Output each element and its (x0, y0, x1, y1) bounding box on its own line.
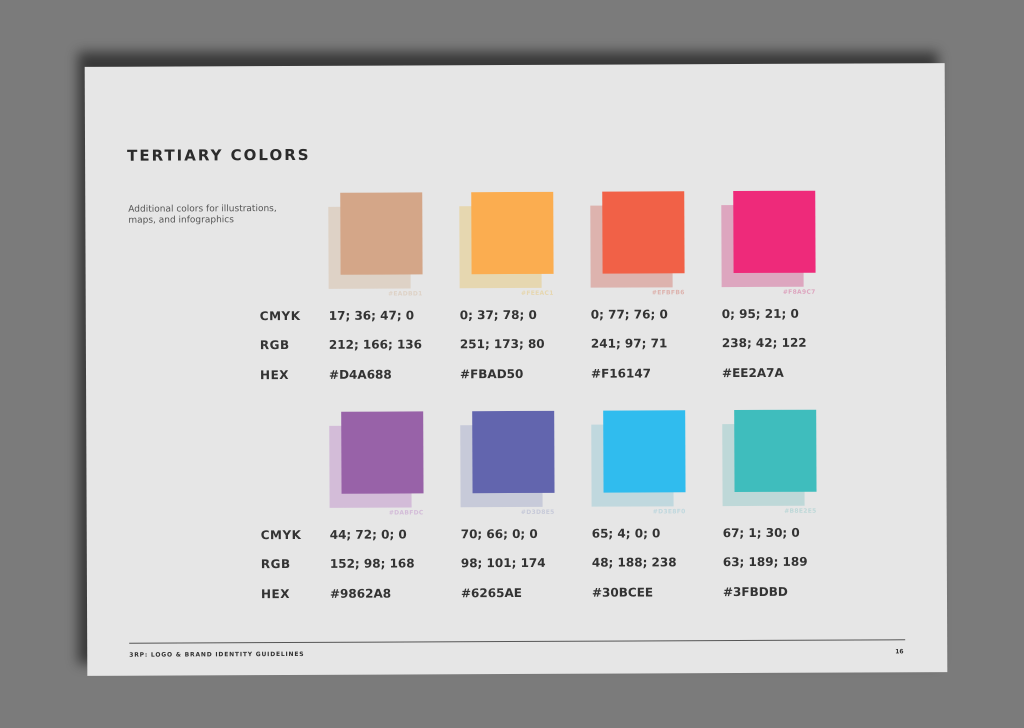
footer-title: 3RP: LOGO & BRAND IDENTITY GUIDELINES (129, 650, 305, 659)
tint-hex-label: #F8A9C7 (782, 288, 816, 296)
tint-hex-label: #D3E8F0 (652, 508, 686, 516)
main-swatch (341, 411, 424, 494)
cmyk-label: CMYK (259, 308, 301, 324)
cmyk-value: 65; 4; 0; 0 (591, 526, 661, 541)
cmyk-value: 0; 95; 21; 0 (721, 306, 799, 322)
rgb-value: 48; 188; 238 (591, 555, 677, 570)
cmyk-value: 70; 66; 0; 0 (460, 526, 538, 542)
tint-hex-label: #EFBFB6 (651, 289, 685, 297)
rgb-value: 238; 42; 122 (721, 335, 807, 351)
rgb-value: 63; 189; 189 (722, 554, 808, 570)
main-swatch (603, 410, 686, 493)
hex-value: #F16147 (590, 366, 652, 381)
rgb-label: RGB (260, 556, 291, 572)
cmyk-value: 0; 77; 76; 0 (590, 307, 668, 322)
main-swatch (471, 191, 554, 275)
color-swatch: #DABFDC (329, 411, 439, 521)
tint-hex-label: #EADBD1 (388, 290, 423, 298)
main-swatch (734, 409, 817, 493)
color-swatch: #EADBD1 (328, 192, 438, 302)
page-number: 16 (895, 648, 904, 656)
rgb-value: 152; 98; 168 (329, 556, 415, 571)
color-swatch: #F8A9C7 (721, 190, 831, 301)
guideline-page: TERTIARY COLORS Additional colors for il… (84, 63, 948, 676)
cmyk-value: 17; 36; 47; 0 (328, 308, 415, 323)
cmyk-value: 67; 1; 30; 0 (722, 525, 800, 541)
main-swatch (602, 191, 685, 274)
hex-value: #3FBDBD (722, 584, 788, 600)
hex-label: HEX (260, 586, 291, 602)
rgb-value: 251; 173; 80 (459, 336, 545, 352)
main-swatch (340, 192, 423, 275)
main-swatch (733, 190, 816, 274)
cmyk-value: 44; 72; 0; 0 (329, 527, 407, 542)
hex-value: #D4A688 (328, 367, 392, 382)
rgb-value: 98; 101; 174 (460, 555, 546, 571)
color-swatch: #B8E2E5 (722, 409, 832, 520)
rgb-value: 212; 166; 136 (328, 337, 423, 352)
rgb-value: 241; 97; 71 (590, 336, 668, 351)
tint-hex-label: #D3D8E5 (520, 508, 555, 516)
section-description: Additional colors for illustrations, map… (128, 204, 277, 226)
hex-value: #6265AE (460, 585, 522, 601)
hex-value: #9862A8 (329, 586, 392, 601)
color-swatch: #FEEAC1 (459, 191, 569, 302)
page-title: TERTIARY COLORS (127, 145, 311, 165)
color-swatch: #D3E8F0 (591, 410, 701, 520)
main-swatch (472, 410, 555, 494)
color-swatch: #D3D8E5 (460, 410, 570, 521)
hex-label: HEX (259, 367, 290, 383)
hex-value: #30BCEE (591, 585, 654, 600)
hex-value: #FBAD50 (459, 366, 524, 382)
color-swatch: #EFBFB6 (590, 191, 700, 301)
tint-hex-label: #DABFDC (388, 509, 424, 517)
cmyk-value: 0; 37; 78; 0 (459, 307, 537, 323)
hex-value: #EE2A7A (721, 365, 784, 381)
footer-divider (129, 639, 906, 644)
cmyk-label: CMYK (260, 527, 302, 543)
tint-hex-label: #FEEAC1 (520, 289, 554, 297)
rgb-label: RGB (259, 337, 290, 353)
tint-hex-label: #B8E2E5 (784, 507, 817, 515)
